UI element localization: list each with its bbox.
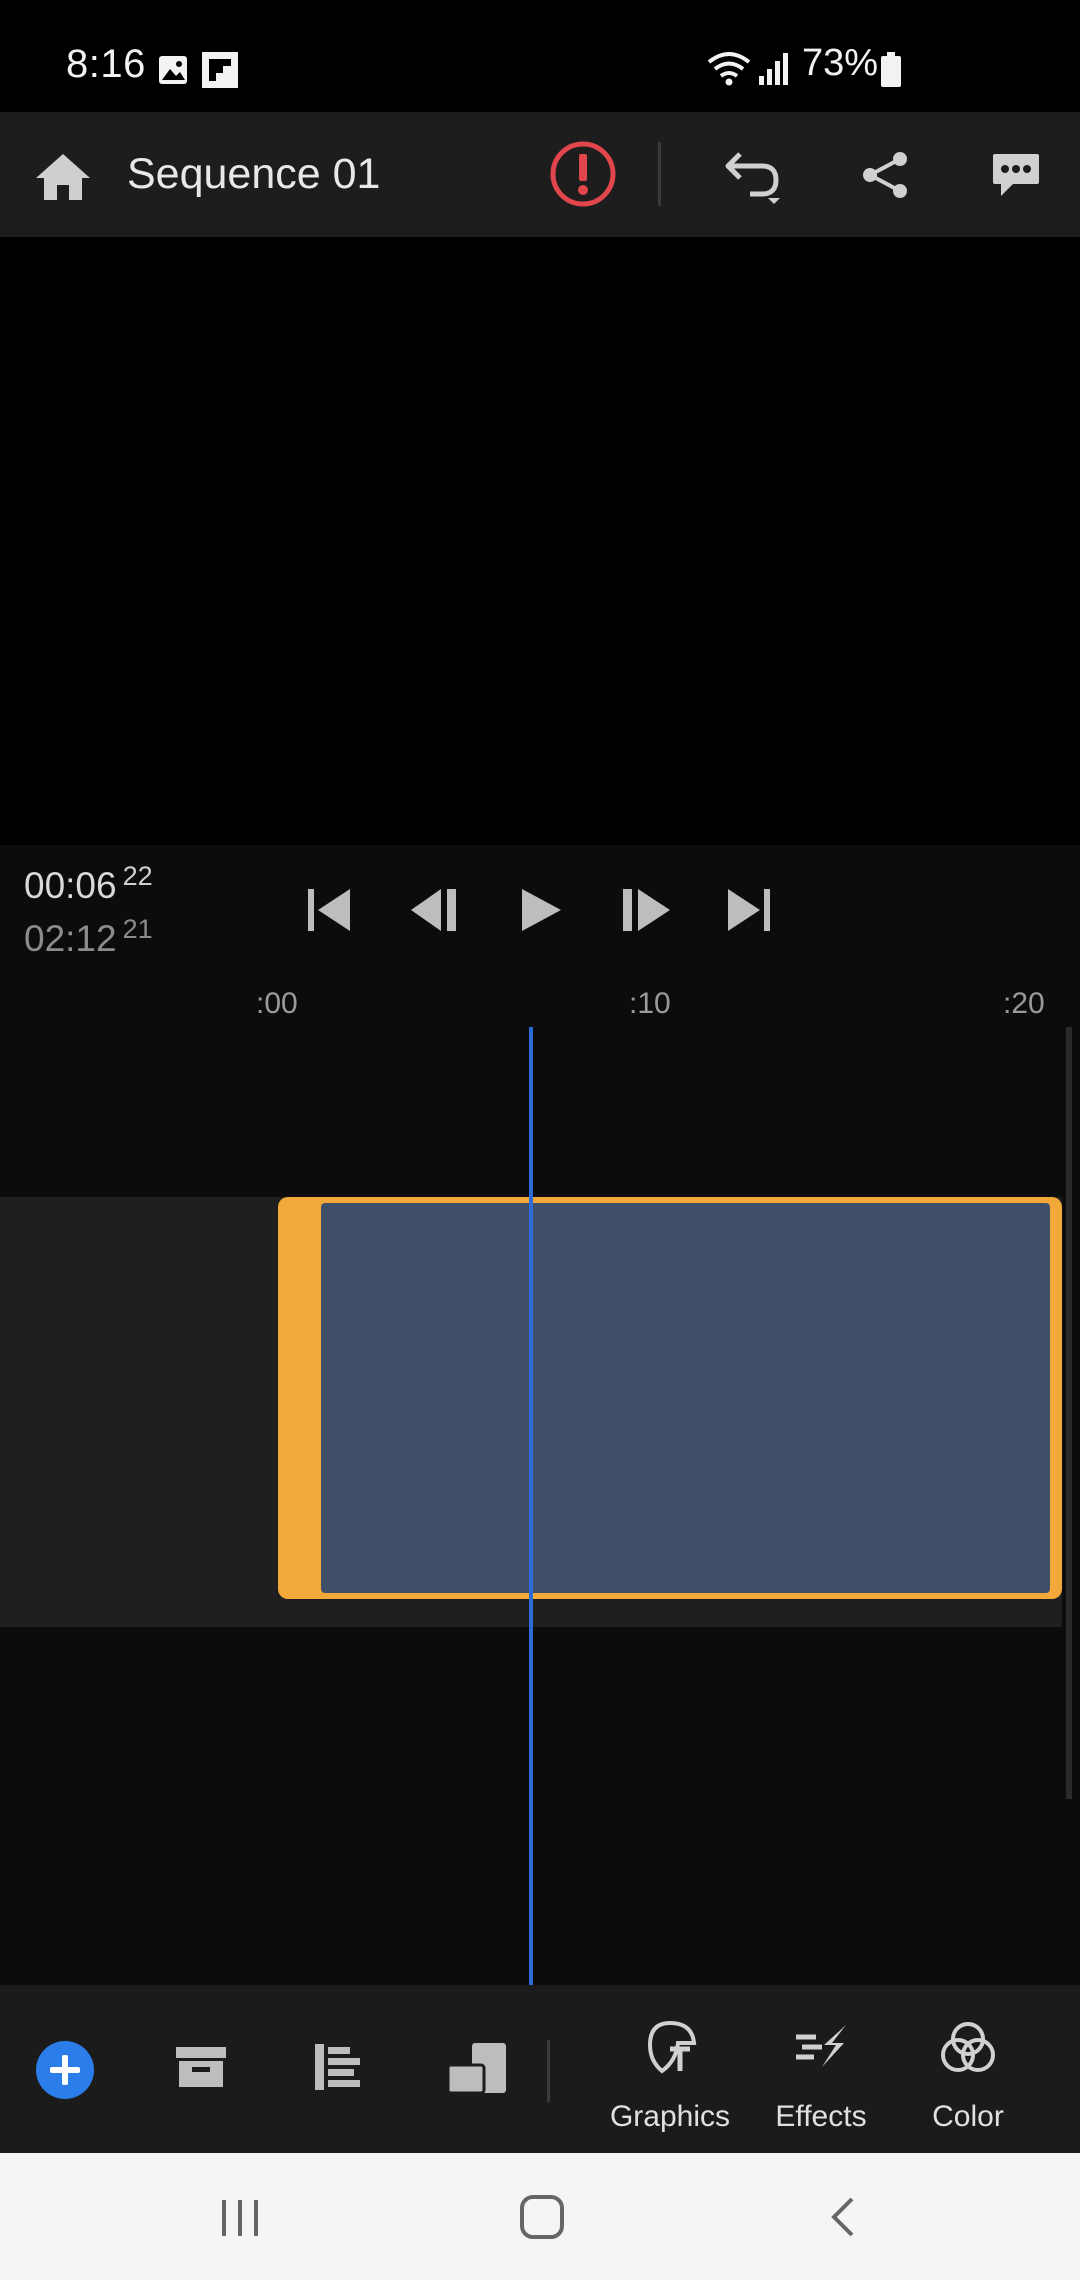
play-icon[interactable] (519, 887, 563, 933)
share-icon[interactable] (860, 150, 912, 200)
timeline-ruler[interactable]: :00 :10 :20 (0, 975, 1080, 1027)
timecode-current-time: 00:06 (24, 865, 117, 906)
media-list-icon[interactable] (313, 2042, 363, 2092)
video-clip-selected[interactable] (278, 1197, 1062, 1599)
add-media-button[interactable] (35, 2040, 95, 2100)
home-icon[interactable] (34, 152, 92, 202)
comment-icon[interactable] (991, 152, 1041, 200)
ruler-mark: :10 (629, 987, 671, 1020)
timecode-duration: 02:12 21 (24, 914, 153, 960)
timecode-current-frames: 22 (122, 861, 153, 891)
step-back-icon[interactable] (409, 887, 461, 933)
header-divider (658, 142, 661, 206)
timeline-scrollbar[interactable] (1066, 1027, 1072, 1799)
skip-to-end-icon[interactable] (726, 887, 772, 933)
timecode-duration-frames: 21 (122, 914, 153, 944)
color-icon[interactable] (940, 2019, 996, 2075)
video-preview[interactable] (0, 237, 1080, 845)
color-label[interactable]: Color (898, 2100, 1038, 2134)
timecode-duration-time: 02:12 (24, 918, 117, 959)
sequence-title[interactable]: Sequence 01 (127, 150, 380, 199)
archive-icon[interactable] (174, 2045, 228, 2089)
graphics-icon[interactable] (640, 2017, 700, 2077)
warning-icon[interactable] (549, 140, 617, 208)
undo-icon[interactable] (722, 146, 786, 206)
toolbar-divider (547, 2040, 550, 2102)
recents-icon[interactable] (218, 2198, 262, 2238)
system-nav-bar (0, 2153, 1080, 2280)
home-nav-icon[interactable] (519, 2194, 565, 2240)
video-clip-body[interactable] (321, 1203, 1050, 1593)
bottom-toolbar: Graphics Effects Color (0, 1985, 1080, 2153)
effects-icon[interactable] (792, 2021, 850, 2071)
graphics-label[interactable]: Graphics (600, 2100, 740, 2134)
status-time: 8:16 (66, 42, 146, 86)
gallery-icon (159, 56, 187, 84)
battery-percentage: 73% (802, 42, 879, 84)
step-forward-icon[interactable] (620, 887, 672, 933)
timecode-current: 00:06 22 (24, 861, 153, 907)
status-bar: 8:16 73% (0, 0, 1080, 112)
wifi-icon (707, 52, 751, 86)
timeline[interactable] (0, 1027, 1080, 1985)
ruler-mark: :20 (1003, 987, 1045, 1020)
battery-icon (881, 52, 901, 87)
flipboard-icon (202, 52, 238, 88)
skip-to-start-icon[interactable] (306, 887, 352, 933)
aspect-ratio-icon[interactable] (446, 2041, 508, 2095)
app-header: Sequence 01 (0, 112, 1080, 237)
transport-bar: 00:06 22 02:12 21 (0, 845, 1080, 975)
ruler-mark: :00 (256, 987, 298, 1020)
back-icon[interactable] (826, 2195, 858, 2239)
effects-label[interactable]: Effects (751, 2100, 891, 2134)
playhead[interactable] (529, 1027, 533, 1985)
signal-icon (759, 53, 788, 85)
